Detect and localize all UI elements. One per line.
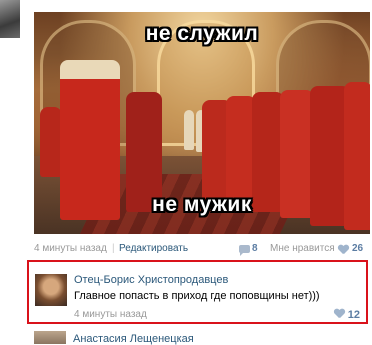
clergy-figure: [184, 110, 194, 150]
comment-avatar[interactable]: [35, 274, 67, 306]
comments-count[interactable]: 8: [252, 243, 258, 254]
post-meta-row: 4 минуты назад | Редактировать 8 Мне нра…: [34, 243, 370, 257]
edit-link[interactable]: Редактировать: [119, 243, 188, 254]
comment-author-link[interactable]: Отец-Борис Христопродавцев: [74, 274, 228, 286]
comment-like-button[interactable]: 12: [334, 308, 360, 321]
likes-count[interactable]: 26: [352, 243, 363, 254]
comment-text: Главное попасть в приход где поповщины н…: [74, 290, 320, 302]
comment-time[interactable]: 4 минуты назад: [74, 309, 147, 320]
heart-icon: [334, 309, 345, 319]
clergy-figure: [40, 107, 62, 177]
post-image[interactable]: не служил не мужик: [34, 12, 370, 234]
heart-icon[interactable]: [338, 245, 349, 255]
poster-avatar[interactable]: [0, 0, 20, 38]
comment-likes-count: 12: [347, 309, 360, 321]
post-time[interactable]: 4 минуты назад: [34, 243, 107, 254]
next-comment-avatar[interactable]: [34, 331, 66, 344]
meme-caption-bottom: не мужик: [152, 193, 252, 216]
like-label[interactable]: Мне нравится: [270, 243, 335, 254]
highlighted-comment: Отец-Борис Христопродавцев Главное попас…: [27, 260, 368, 324]
next-comment-author-link[interactable]: Анастасия Лещенецкая: [73, 333, 194, 345]
meta-separator: |: [112, 243, 115, 254]
meme-caption-top: не служил: [145, 22, 259, 45]
comment-bubble-icon[interactable]: [239, 245, 250, 256]
